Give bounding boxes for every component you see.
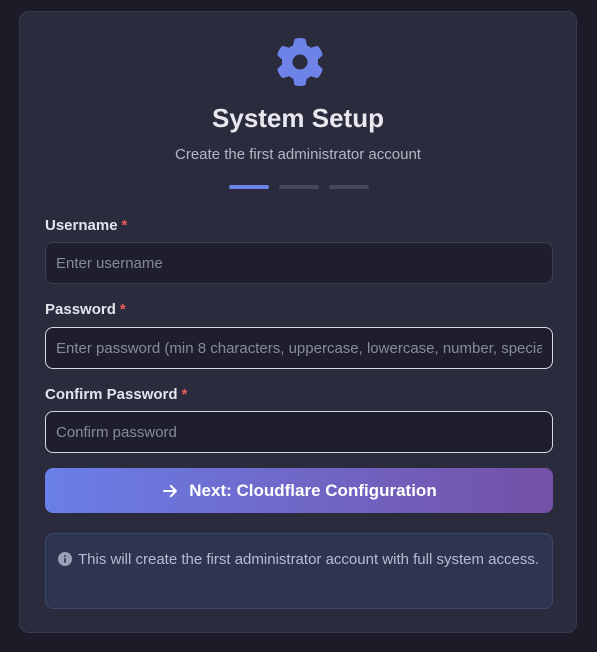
username-label: Username * bbox=[45, 217, 127, 234]
username-label-text: Username bbox=[45, 217, 118, 234]
arrow-right-icon bbox=[163, 484, 178, 497]
required-marker: * bbox=[181, 386, 188, 403]
gear-icon bbox=[277, 38, 323, 86]
username-input[interactable] bbox=[45, 242, 553, 284]
step-indicator bbox=[229, 185, 369, 189]
setup-card: System Setup Create the first administra… bbox=[19, 11, 577, 633]
info-text: This will create the first administrator… bbox=[78, 551, 539, 568]
password-label: Password * bbox=[45, 301, 126, 318]
step-3-indicator bbox=[329, 185, 369, 189]
required-marker: * bbox=[119, 301, 126, 318]
confirm-password-label-text: Confirm Password bbox=[45, 386, 178, 403]
password-label-text: Password bbox=[45, 301, 116, 318]
next-button-label: Next: Cloudflare Configuration bbox=[189, 480, 437, 500]
info-icon bbox=[58, 552, 72, 566]
confirm-password-label: Confirm Password * bbox=[45, 386, 187, 403]
step-2-indicator bbox=[279, 185, 319, 189]
confirm-password-input[interactable] bbox=[45, 411, 553, 453]
step-1-indicator bbox=[229, 185, 269, 189]
page-title: System Setup bbox=[212, 103, 384, 133]
info-box: This will create the first administrator… bbox=[45, 533, 553, 609]
password-input[interactable] bbox=[45, 327, 553, 369]
next-button[interactable]: Next: Cloudflare Configuration bbox=[45, 468, 553, 513]
required-marker: * bbox=[121, 217, 128, 234]
page-subtitle: Create the first administrator account bbox=[175, 146, 421, 163]
